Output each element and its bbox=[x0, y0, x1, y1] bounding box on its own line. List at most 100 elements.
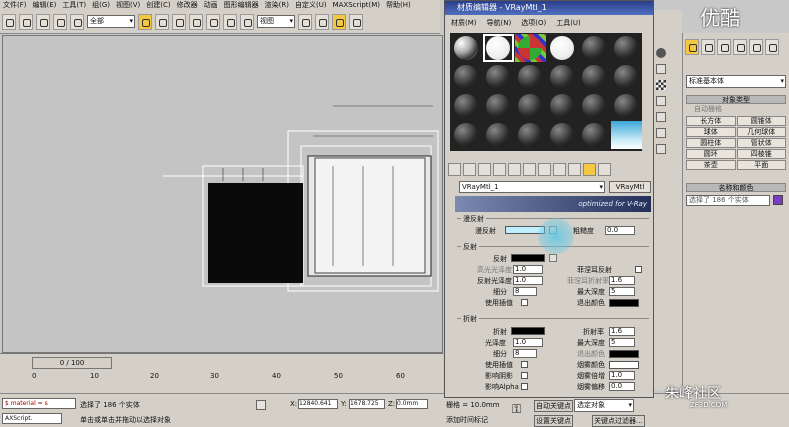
sample-slot[interactable] bbox=[547, 34, 578, 62]
affect-alpha-checkbox[interactable] bbox=[521, 383, 528, 390]
sample-slot[interactable] bbox=[451, 92, 482, 120]
hierarchy-tab-icon[interactable] bbox=[717, 39, 731, 55]
assign-material-icon[interactable] bbox=[478, 163, 491, 176]
viewport[interactable] bbox=[2, 35, 443, 353]
sample-slot[interactable] bbox=[451, 121, 482, 149]
refract-color-swatch[interactable] bbox=[511, 327, 545, 335]
backlight-icon[interactable] bbox=[656, 64, 666, 74]
x-coord-field[interactable]: 12840.641 bbox=[298, 399, 338, 409]
fresnel-checkbox[interactable] bbox=[635, 266, 642, 273]
menu-options[interactable]: 选项(O) bbox=[521, 16, 546, 30]
sample-slot[interactable] bbox=[579, 92, 610, 120]
sample-slot-selected[interactable] bbox=[483, 34, 514, 62]
fog-bias-field[interactable]: 0.0 bbox=[609, 382, 635, 391]
ior-field[interactable]: 1.6 bbox=[609, 327, 635, 336]
sample-slot[interactable] bbox=[515, 121, 546, 149]
motion-tab-icon[interactable] bbox=[733, 39, 747, 55]
cylinder-button[interactable]: 圆柱体 bbox=[686, 138, 736, 148]
sample-slot[interactable] bbox=[579, 63, 610, 91]
torus-button[interactable]: 圆环 bbox=[686, 149, 736, 159]
put-to-library-icon[interactable] bbox=[523, 163, 536, 176]
name-color-header[interactable]: 名称和颜色 bbox=[686, 183, 786, 192]
sample-slot[interactable] bbox=[611, 92, 642, 120]
sample-slot[interactable] bbox=[579, 121, 610, 149]
undo-icon[interactable] bbox=[2, 13, 16, 30]
sample-slot[interactable] bbox=[547, 92, 578, 120]
add-time-tag[interactable]: 添加时间标记 bbox=[446, 415, 488, 425]
fog-mult-field[interactable]: 1.0 bbox=[609, 371, 635, 380]
options-icon[interactable] bbox=[656, 144, 666, 154]
sample-slot[interactable] bbox=[483, 63, 514, 91]
selection-filter-combo[interactable]: 全部 bbox=[87, 15, 135, 28]
maxscript-mini[interactable]: AXScript. bbox=[2, 413, 62, 424]
reflect-map-button[interactable] bbox=[549, 254, 557, 262]
plane-button[interactable]: 平面 bbox=[736, 160, 786, 170]
bind-icon[interactable] bbox=[70, 13, 84, 30]
uv-tiling-icon[interactable] bbox=[656, 96, 666, 106]
create-tab-icon[interactable] bbox=[685, 39, 699, 55]
sphere-button[interactable]: 球体 bbox=[686, 127, 736, 137]
display-tab-icon[interactable] bbox=[749, 39, 763, 55]
angle-snap-icon[interactable] bbox=[349, 13, 363, 30]
sample-type-icon[interactable] bbox=[656, 48, 666, 58]
reflect-color-swatch[interactable] bbox=[511, 254, 545, 262]
sample-slot[interactable] bbox=[483, 121, 514, 149]
select-by-name-icon[interactable] bbox=[155, 13, 169, 30]
object-type-header[interactable]: 对象类型 bbox=[686, 95, 786, 104]
menu-file[interactable]: 文件(F) bbox=[3, 0, 27, 10]
refr-max-depth-field[interactable]: 5 bbox=[609, 338, 635, 347]
refr-subdivs-field[interactable]: 8 bbox=[513, 349, 537, 358]
go-to-parent-icon[interactable] bbox=[583, 163, 596, 176]
z-coord-field[interactable]: 0.0mm bbox=[396, 399, 428, 409]
unlink-icon[interactable] bbox=[53, 13, 67, 30]
scale-icon[interactable] bbox=[240, 13, 254, 30]
move-icon[interactable] bbox=[206, 13, 220, 30]
rect-select-icon[interactable] bbox=[172, 13, 186, 30]
fresnel-ior-field[interactable]: 1.6 bbox=[609, 276, 635, 285]
get-material-icon[interactable] bbox=[448, 163, 461, 176]
autogrid-label[interactable]: 自动栅格 bbox=[686, 104, 786, 114]
sample-slot[interactable] bbox=[515, 92, 546, 120]
sample-slot[interactable] bbox=[611, 34, 642, 62]
go-forward-icon[interactable] bbox=[598, 163, 611, 176]
use-interp-checkbox[interactable] bbox=[521, 299, 528, 306]
geosphere-button[interactable]: 几何球体 bbox=[736, 127, 786, 137]
fog-color-swatch[interactable] bbox=[609, 361, 639, 369]
material-name-field[interactable]: VRayMtl_1 bbox=[459, 181, 605, 193]
snap-icon[interactable] bbox=[332, 13, 346, 30]
menu-modifiers[interactable]: 修改器 bbox=[177, 0, 198, 10]
object-category-combo[interactable]: 标准基本体 bbox=[686, 75, 786, 88]
menu-edit[interactable]: 编辑(E) bbox=[33, 0, 57, 10]
max-depth-field[interactable]: 5 bbox=[609, 287, 635, 296]
menu-animation[interactable]: 动画 bbox=[204, 0, 218, 10]
rotate-icon[interactable] bbox=[223, 13, 237, 30]
subdivs-field[interactable]: 8 bbox=[513, 287, 537, 296]
modify-tab-icon[interactable] bbox=[701, 39, 715, 55]
menu-create[interactable]: 创建(C) bbox=[146, 0, 170, 10]
time-slider[interactable]: 0 / 100 bbox=[32, 357, 112, 369]
object-name-field[interactable]: 选择了 186 个实体 bbox=[686, 195, 770, 206]
sample-slot[interactable] bbox=[515, 34, 546, 62]
menu-graph-editors[interactable]: 图形编辑器 bbox=[224, 0, 259, 10]
material-id-icon[interactable] bbox=[538, 163, 551, 176]
menu-material[interactable]: 材质(M) bbox=[451, 16, 477, 30]
select-manipulate-icon[interactable] bbox=[315, 13, 329, 30]
sample-slot[interactable] bbox=[451, 34, 482, 62]
selected-set-combo[interactable]: 选定对象 bbox=[574, 399, 634, 412]
sample-slot[interactable] bbox=[579, 34, 610, 62]
hilight-gloss-field[interactable]: 1.0 bbox=[513, 265, 543, 274]
make-preview-icon[interactable] bbox=[656, 128, 666, 138]
roughness-field[interactable]: 0.0 bbox=[605, 226, 635, 235]
link-icon[interactable] bbox=[36, 13, 50, 30]
sample-slot[interactable] bbox=[451, 63, 482, 91]
select-object-icon[interactable] bbox=[138, 13, 152, 30]
sample-slot[interactable] bbox=[611, 121, 642, 149]
background-icon[interactable] bbox=[656, 80, 666, 90]
tube-button[interactable]: 管状体 bbox=[736, 138, 786, 148]
menu-views[interactable]: 视图(V) bbox=[116, 0, 140, 10]
object-color-swatch[interactable] bbox=[773, 195, 783, 205]
sample-slot[interactable] bbox=[515, 63, 546, 91]
teapot-button[interactable]: 茶壶 bbox=[686, 160, 736, 170]
menu-tools[interactable]: 工具(T) bbox=[62, 0, 86, 10]
menu-rendering[interactable]: 渲染(R) bbox=[265, 0, 289, 10]
